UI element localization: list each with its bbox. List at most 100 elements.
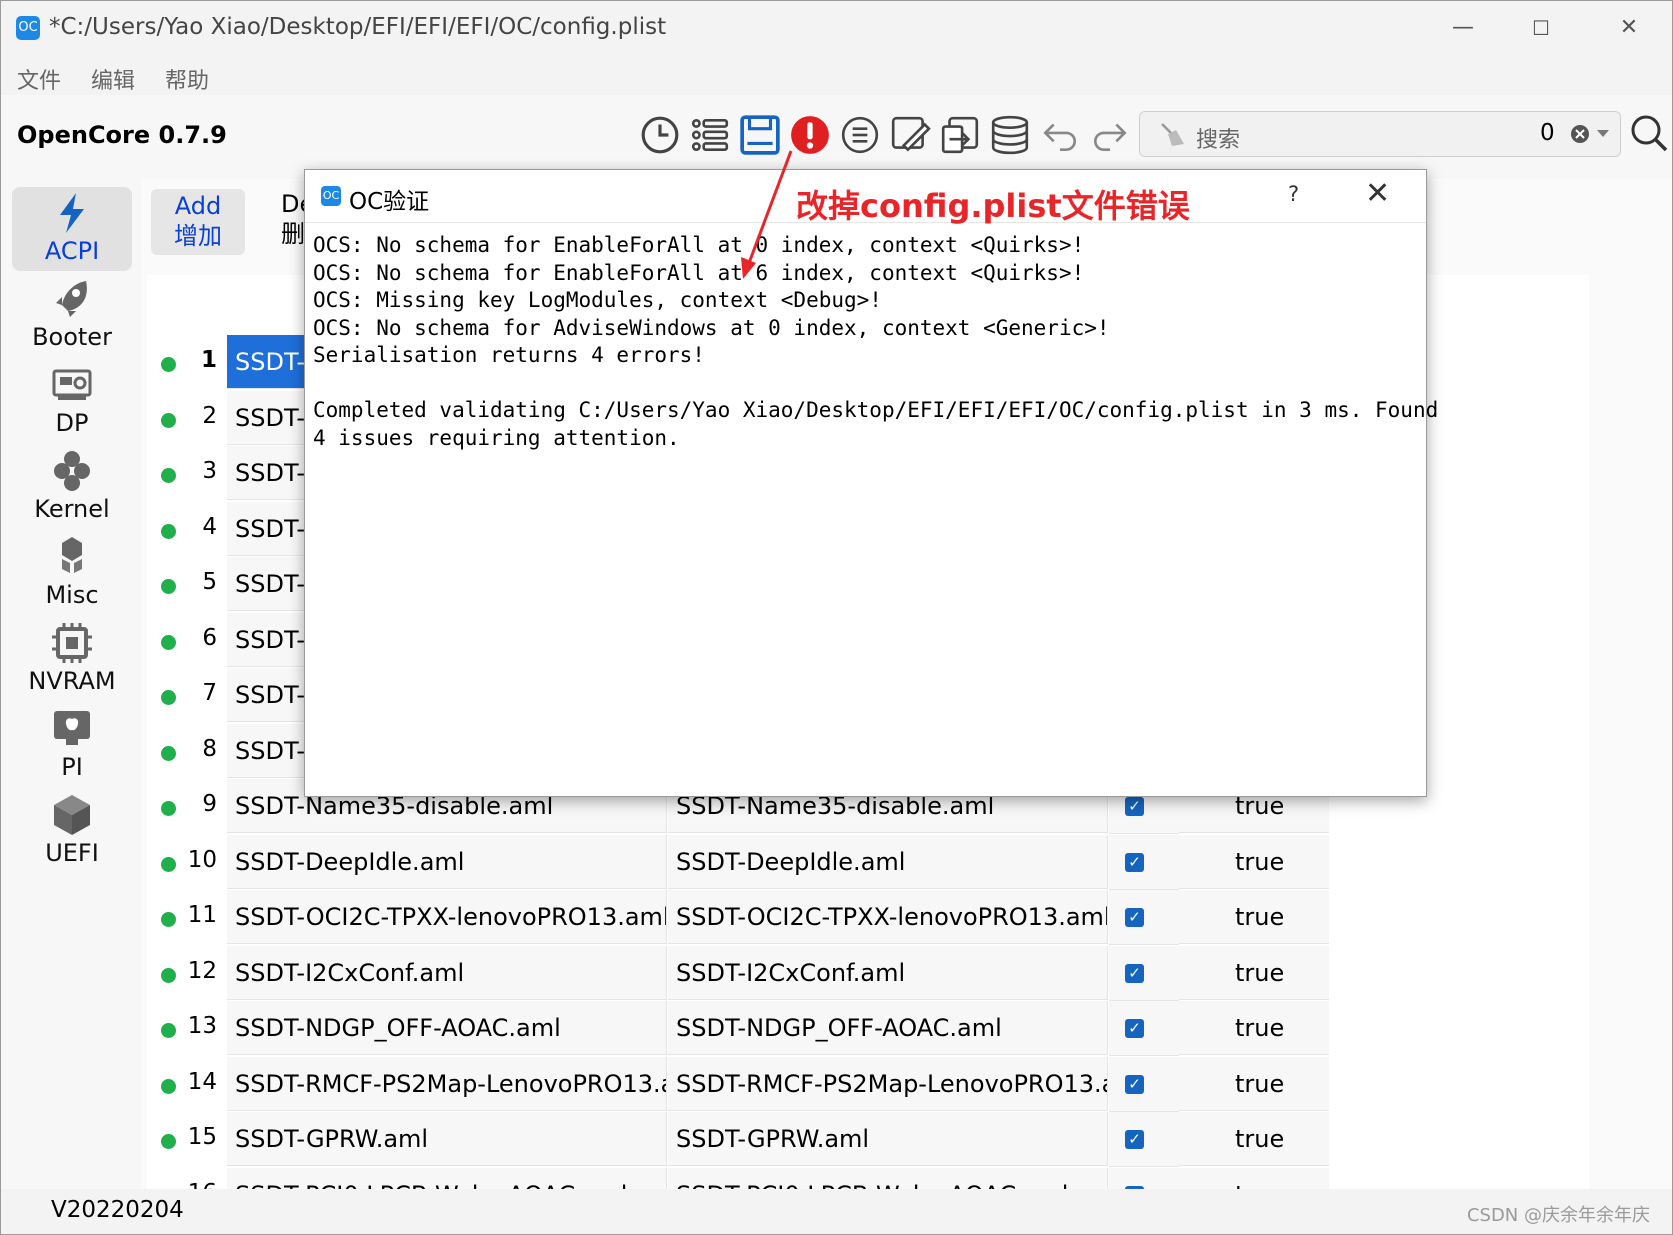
row-number: 3: [202, 458, 217, 484]
status-dot-icon: [161, 801, 176, 816]
path-cell[interactable]: SSDT-I2CxConf.aml: [227, 945, 667, 1000]
kernel-icon: [54, 451, 90, 491]
enabled-value-cell: true: [1179, 1001, 1329, 1055]
comment-cell[interactable]: SSDT-RMCF-PS2Map-LenovoPRO13.aml: [668, 1056, 1108, 1111]
database-icon[interactable]: [989, 114, 1031, 156]
sidebar-item-label: Misc: [45, 581, 99, 609]
comment-cell[interactable]: SSDT-NDGP_OFF-AOAC.aml: [668, 1001, 1108, 1055]
enabled-cell[interactable]: ✓: [1109, 890, 1179, 945]
output-line: OCS: No schema for EnableForAll at 0 ind…: [313, 233, 1085, 257]
search-input[interactable]: 搜索 0: [1139, 111, 1621, 157]
menu-bar: 文件 编辑 帮助: [1, 55, 1672, 95]
table-row[interactable]: 11 SSDT-OCI2C-TPXX-lenovoPRO13.aml SSDT-OC…: [147, 890, 1589, 945]
table-row[interactable]: 15 SSDT-GPRW.aml SSDT-GPRW.aml ✓ true: [147, 1112, 1589, 1167]
comment-cell[interactable]: SSDT-DeepIdle.aml: [668, 834, 1108, 889]
clock-icon[interactable]: [639, 114, 681, 156]
search-icon[interactable]: [1629, 113, 1669, 153]
tab-add[interactable]: Add 增加: [151, 189, 245, 255]
sidebar-item-uefi[interactable]: UEFI: [12, 789, 132, 873]
row-number: 6: [202, 624, 217, 651]
enabled-cell[interactable]: ✓: [1109, 1056, 1179, 1112]
output-line: OCS: Missing key LogModules, context <De…: [313, 288, 882, 312]
save-icon[interactable]: [739, 114, 781, 156]
status-dot-icon: [161, 1023, 176, 1038]
status-dot-icon: [161, 634, 176, 650]
chevron-down-icon[interactable]: [1596, 128, 1610, 140]
enabled-cell[interactable]: ✓: [1109, 945, 1179, 1001]
status-dot-icon: [161, 967, 176, 983]
enabled-cell[interactable]: ✓: [1109, 1112, 1179, 1167]
search-placeholder: 搜索: [1196, 128, 1241, 153]
watermark: CSDN @庆余年余年庆: [1466, 1205, 1650, 1226]
path-cell[interactable]: SSDT-OCI2C-TPXX-lenovoPRO13.aml: [227, 890, 667, 944]
close-button[interactable]: ✕: [1607, 11, 1651, 45]
edit-icon[interactable]: [889, 114, 931, 156]
enabled-checkbox[interactable]: ✓: [1125, 1074, 1144, 1094]
table-row[interactable]: 10 SSDT-DeepIdle.aml SSDT-DeepIdle.aml ✓ tru…: [147, 834, 1589, 890]
menu-help[interactable]: 帮助: [165, 63, 209, 95]
comment-cell[interactable]: SSDT-I2CxConf.aml: [668, 945, 1108, 1000]
path-cell[interactable]: SSDT-DeepIdle.aml: [227, 834, 667, 889]
row-number: 1: [200, 347, 217, 373]
enabled-checkbox[interactable]: ✓: [1125, 963, 1144, 983]
sidebar-item-kernel[interactable]: Kernel: [12, 445, 132, 529]
enabled-value-cell: true: [1179, 890, 1329, 944]
sidebar-item-label: Booter: [32, 323, 112, 351]
table-row[interactable]: 13 SSDT-NDGP_OFF-AOAC.aml SSDT-NDGP_OFF-AO…: [147, 1001, 1589, 1056]
enabled-value-cell: true: [1179, 1112, 1329, 1166]
list-icon[interactable]: [689, 114, 731, 156]
app-icon: OC: [16, 16, 40, 40]
dialog-close-button[interactable]: ✕: [1365, 176, 1390, 211]
app-version: V20220204: [51, 1197, 184, 1223]
row-number: 9: [202, 791, 217, 817]
sidebar-item-label: UEFI: [45, 839, 99, 867]
maximize-button[interactable]: ☐: [1519, 11, 1563, 45]
row-number: 4: [202, 513, 217, 540]
table-row[interactable]: 12 SSDT-I2CxConf.aml SSDT-I2CxConf.aml ✓ tru…: [147, 945, 1589, 1001]
undo-icon[interactable]: [1039, 114, 1081, 156]
path-cell[interactable]: SSDT-NDGP_OFF-AOAC.aml: [227, 1001, 667, 1055]
redo-icon[interactable]: [1089, 114, 1131, 156]
clear-search-icon[interactable]: [1570, 124, 1590, 144]
table-row[interactable]: 14 SSDT-RMCF-PS2Map-LenovoPRO13.aml SSDT-R…: [147, 1056, 1589, 1112]
enabled-value-cell: true: [1179, 1056, 1329, 1111]
sidebar-item-booter[interactable]: Booter: [12, 273, 132, 357]
path-cell[interactable]: SSDT-RMCF-PS2Map-LenovoPRO13.aml: [227, 1056, 667, 1111]
comment-cell[interactable]: SSDT-OCI2C-TPXX-lenovoPRO13.aml: [668, 890, 1108, 944]
validate-icon[interactable]: [839, 114, 881, 156]
sidebar-item-acpi[interactable]: ACPI: [12, 187, 132, 271]
dialog-help-button[interactable]: ?: [1288, 182, 1299, 206]
output-line: OCS: No schema for EnableForAll at 6 ind…: [313, 260, 1085, 285]
minimize-button[interactable]: —: [1441, 11, 1485, 45]
validation-output: OCS: No schema for EnableForAll at 0 ind…: [313, 232, 1438, 452]
sidebar-item-label: ACPI: [44, 237, 100, 265]
enabled-checkbox[interactable]: ✓: [1125, 1019, 1144, 1038]
sidebar-item-nvram[interactable]: NVRAM: [12, 617, 132, 701]
path-cell[interactable]: SSDT-GPRW.aml: [227, 1112, 667, 1166]
sidebar-item-pi[interactable]: PI: [12, 703, 132, 787]
enabled-value-cell: true: [1179, 945, 1329, 1000]
opencore-version: OpenCore 0.7.9: [17, 121, 227, 149]
menu-edit[interactable]: 编辑: [91, 63, 135, 95]
enabled-checkbox[interactable]: ✓: [1125, 797, 1144, 816]
enabled-checkbox[interactable]: ✓: [1125, 908, 1144, 927]
status-dot-icon: [161, 1078, 176, 1094]
enabled-cell[interactable]: ✓: [1109, 1001, 1179, 1056]
status-dot-icon: [161, 412, 176, 428]
sidebar-item-misc[interactable]: Misc: [12, 531, 132, 615]
output-line: Serialisation returns 4 errors!: [313, 343, 705, 367]
export-icon[interactable]: [939, 114, 981, 156]
lightning-icon: [60, 193, 84, 233]
tab-add-label: Add: [174, 192, 222, 220]
enabled-cell[interactable]: ✓: [1109, 834, 1179, 890]
tab-add-label-zh: 增加: [174, 222, 222, 250]
status-dot-icon: [161, 357, 176, 372]
comment-cell[interactable]: SSDT-GPRW.aml: [668, 1112, 1108, 1166]
menu-file[interactable]: 文件: [17, 63, 61, 95]
error-icon[interactable]: [789, 114, 831, 156]
enabled-checkbox[interactable]: ✓: [1125, 1130, 1144, 1149]
output-line: OCS: No schema for AdviseWindows at 0 in…: [313, 315, 1110, 340]
enabled-checkbox[interactable]: ✓: [1125, 852, 1144, 872]
sidebar-item-dp[interactable]: DP: [12, 359, 132, 443]
